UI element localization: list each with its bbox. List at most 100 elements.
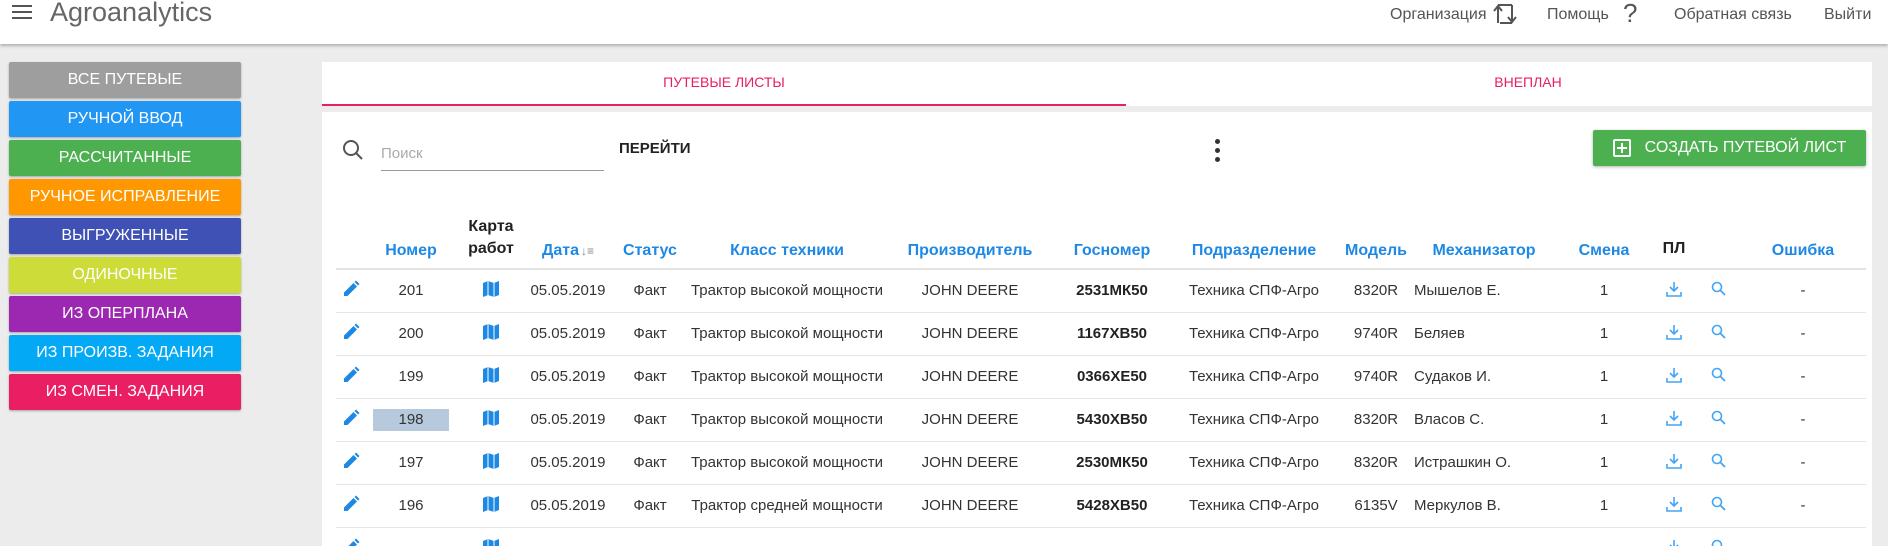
- search-input[interactable]: [381, 137, 604, 171]
- magnifier-icon[interactable]: [1711, 496, 1726, 515]
- sidebar-item[interactable]: Одиночные: [9, 257, 241, 293]
- tab-unplanned[interactable]: Внеплан: [1126, 62, 1888, 106]
- header-operator[interactable]: Механизатор: [1412, 207, 1556, 270]
- row-operator: Мышелов Е.: [1412, 269, 1556, 313]
- header-number[interactable]: Номер: [366, 207, 456, 270]
- row-number[interactable]: 200: [398, 325, 423, 342]
- waybills-panel: Перейти Создать путевой лист Номер Карта…: [322, 112, 1872, 546]
- map-icon[interactable]: [482, 366, 500, 388]
- go-button[interactable]: Перейти: [619, 140, 691, 157]
- table-row-partial[interactable]: [336, 527, 1866, 546]
- map-icon[interactable]: [482, 538, 500, 546]
- pencil-icon[interactable]: [342, 452, 360, 474]
- download-icon[interactable]: [1666, 453, 1682, 473]
- row-operator: Судаков И.: [1412, 355, 1556, 399]
- table-row[interactable]: 199 05.05.2019 Факт Трактор высокой мощност…: [336, 355, 1866, 399]
- header-division[interactable]: Подразделение: [1168, 207, 1340, 270]
- pencil-icon[interactable]: [342, 495, 360, 517]
- sidebar-item[interactable]: Все путевые: [9, 62, 241, 98]
- row-number[interactable]: 196: [398, 497, 423, 514]
- row-number[interactable]: 201: [398, 282, 423, 299]
- magnifier-icon[interactable]: [1711, 324, 1726, 343]
- sidebar-item[interactable]: Из смен. задания: [9, 374, 241, 410]
- row-number[interactable]: 198: [373, 408, 449, 431]
- nav-logout-label[interactable]: Выйти: [1824, 6, 1871, 24]
- map-icon[interactable]: [482, 280, 500, 302]
- magnifier-icon[interactable]: [1711, 453, 1726, 472]
- download-icon[interactable]: [1666, 281, 1682, 301]
- row-status: Факт: [610, 269, 690, 313]
- row-date: 05.05.2019: [526, 484, 610, 528]
- row-date: 05.05.2019: [526, 269, 610, 313]
- nav-help[interactable]: Помощь: [1547, 0, 1609, 30]
- row-shift: 1: [1556, 441, 1652, 485]
- row-number[interactable]: 199: [398, 368, 423, 385]
- more-options-icon[interactable]: [1212, 139, 1222, 165]
- table-row[interactable]: 200 05.05.2019 Факт Трактор высокой мощност…: [336, 312, 1866, 356]
- nav-organization-label[interactable]: Организация: [1390, 6, 1487, 24]
- row-status: Факт: [610, 312, 690, 356]
- nav-logout[interactable]: Выйти: [1824, 0, 1871, 30]
- magnifier-icon[interactable]: [1711, 410, 1726, 429]
- download-icon[interactable]: [1666, 410, 1682, 430]
- table-row[interactable]: 196 05.05.2019 Факт Трактор средней мощност…: [336, 484, 1866, 528]
- search-icon[interactable]: [342, 139, 364, 161]
- map-icon[interactable]: [482, 409, 500, 431]
- table-row[interactable]: 201 05.05.2019 Факт Трактор высокой мощност…: [336, 269, 1866, 313]
- nav-organization[interactable]: Организация: [1390, 0, 1487, 30]
- table-row[interactable]: 197 05.05.2019 Факт Трактор высокой мощност…: [336, 441, 1866, 485]
- row-division: Техника СПФ-Агро: [1168, 441, 1340, 485]
- row-shift: 1: [1556, 269, 1652, 313]
- download-icon[interactable]: [1666, 324, 1682, 344]
- map-icon[interactable]: [482, 452, 500, 474]
- download-icon[interactable]: [1666, 367, 1682, 387]
- row-status: Факт: [610, 484, 690, 528]
- sort-desc-icon[interactable]: ↓≡: [581, 244, 594, 258]
- sidebar-item[interactable]: Ручное исправление: [9, 179, 241, 215]
- table-header-row: Номер Карта работ Дата ↓≡ Статус Класс тех…: [336, 207, 1866, 270]
- create-waybill-button[interactable]: Создать путевой лист: [1593, 130, 1866, 166]
- download-icon[interactable]: [1666, 539, 1682, 546]
- row-plate: 2531МК50: [1056, 269, 1168, 313]
- header-status[interactable]: Статус: [610, 207, 690, 270]
- sidebar-item[interactable]: Из оперплана: [9, 296, 241, 332]
- header-error[interactable]: Ошибка: [1740, 207, 1866, 270]
- menu-icon[interactable]: [12, 5, 32, 23]
- download-icon[interactable]: [1666, 496, 1682, 516]
- header-date[interactable]: Дата ↓≡: [526, 207, 610, 270]
- magnifier-icon[interactable]: [1711, 281, 1726, 300]
- row-operator: Власов С.: [1412, 398, 1556, 442]
- map-icon[interactable]: [482, 495, 500, 517]
- pencil-icon[interactable]: [342, 409, 360, 431]
- header-vehicle-class[interactable]: Класс техники: [690, 207, 884, 270]
- pencil-icon[interactable]: [342, 366, 360, 388]
- pencil-icon[interactable]: [342, 323, 360, 345]
- magnifier-icon[interactable]: [1711, 367, 1726, 386]
- header-model[interactable]: Модель: [1340, 207, 1412, 270]
- nav-feedback[interactable]: Обратная связь: [1674, 0, 1792, 30]
- sidebar-item[interactable]: Выгруженные: [9, 218, 241, 254]
- header-manufacturer[interactable]: Производитель: [884, 207, 1056, 270]
- help-icon[interactable]: ?: [1623, 0, 1637, 26]
- tab-waybills[interactable]: Путевые листы: [322, 62, 1126, 106]
- row-error: -: [1740, 484, 1866, 528]
- header-shift[interactable]: Смена: [1556, 207, 1652, 270]
- top-app-bar: Agroanalytics Организация Помощь ? Обрат…: [0, 0, 1888, 44]
- header-plate[interactable]: Госномер: [1056, 207, 1168, 270]
- row-division: Техника СПФ-Агро: [1168, 355, 1340, 399]
- row-model: 9740R: [1340, 312, 1412, 356]
- nav-help-label[interactable]: Помощь: [1547, 6, 1609, 24]
- switch-arrows-icon[interactable]: [1492, 1, 1520, 31]
- nav-feedback-label[interactable]: Обратная связь: [1674, 6, 1792, 24]
- pencil-icon[interactable]: [342, 538, 360, 546]
- pencil-icon[interactable]: [342, 280, 360, 302]
- add-box-icon: [1612, 139, 1631, 157]
- sidebar-item[interactable]: Из произв. задания: [9, 335, 241, 371]
- create-waybill-label: Создать путевой лист: [1644, 139, 1847, 156]
- table-row[interactable]: 198 05.05.2019 Факт Трактор высокой мощност…: [336, 398, 1866, 442]
- row-number[interactable]: 197: [398, 454, 423, 471]
- map-icon[interactable]: [482, 323, 500, 345]
- sidebar-item[interactable]: Ручной ввод: [9, 101, 241, 137]
- magnifier-icon[interactable]: [1711, 539, 1726, 546]
- sidebar-item[interactable]: Рассчитанные: [9, 140, 241, 176]
